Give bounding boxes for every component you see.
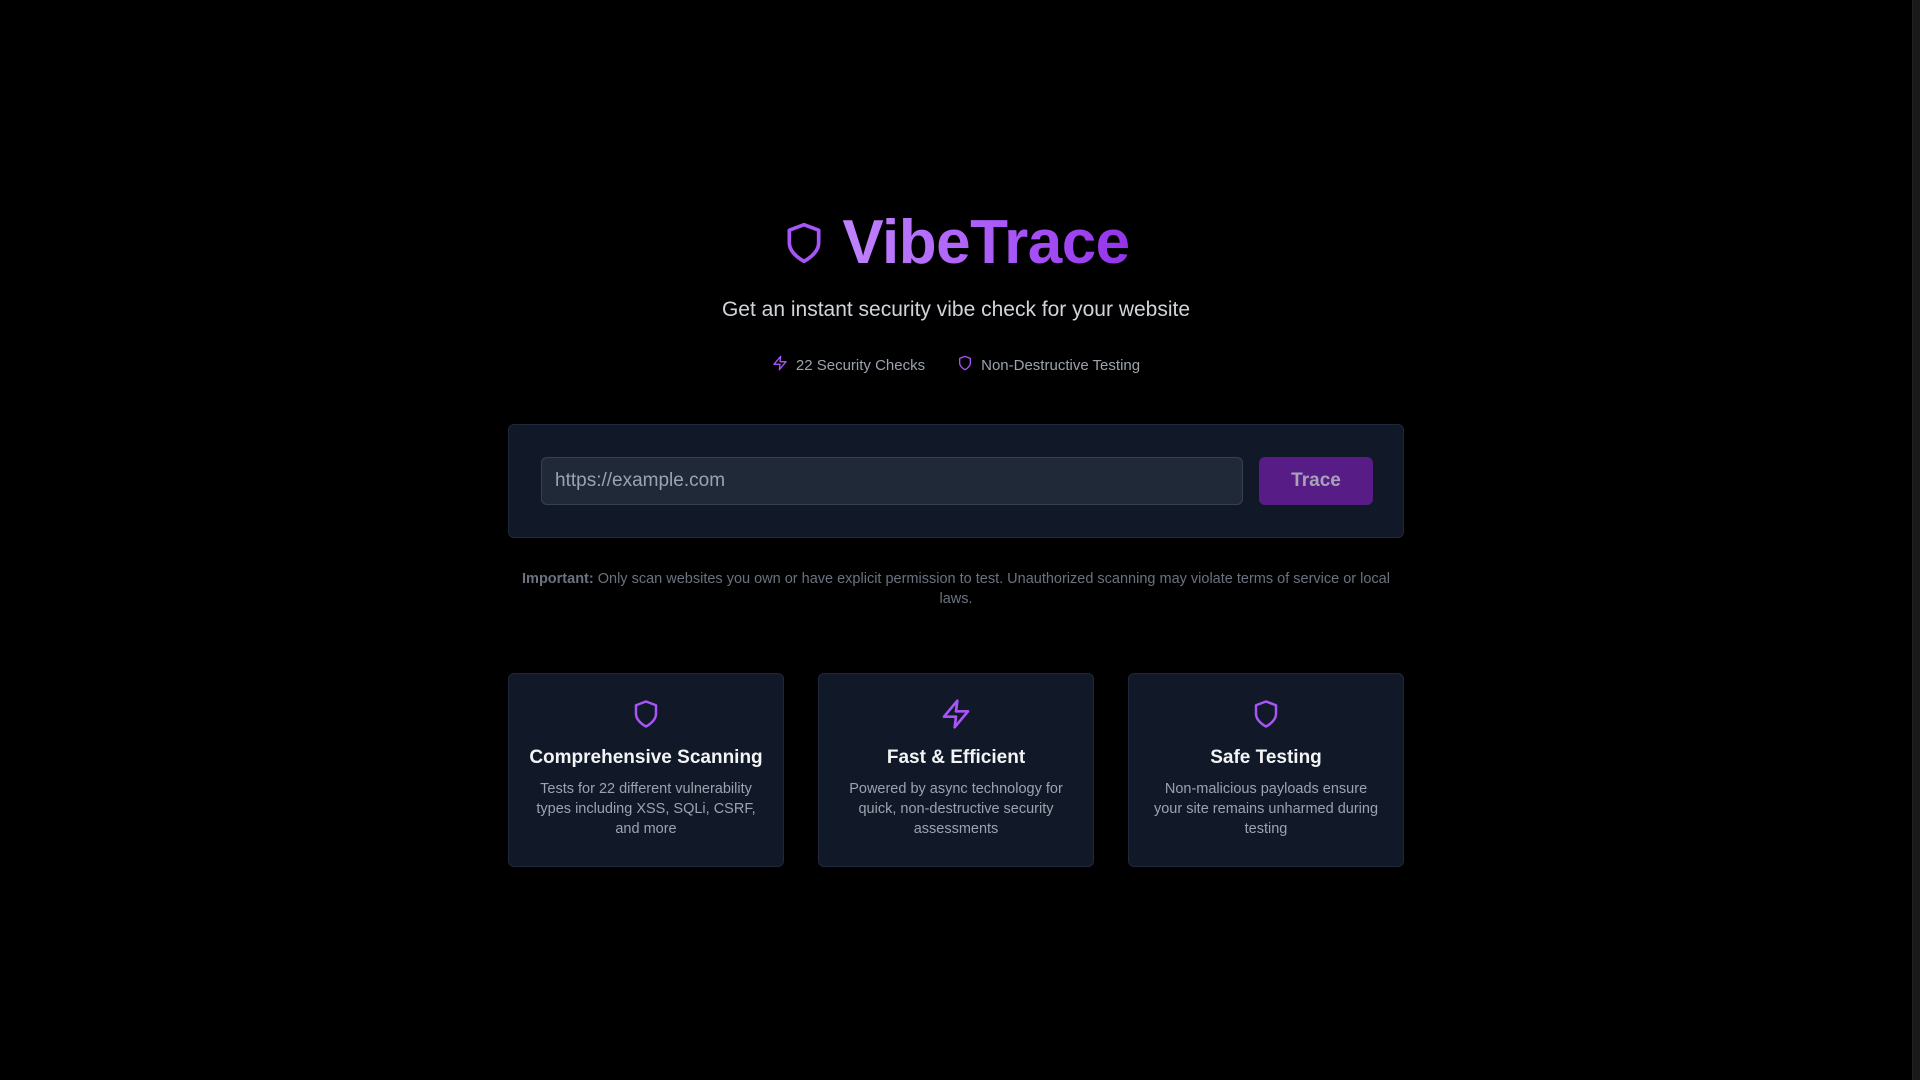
url-input[interactable]	[541, 457, 1243, 505]
notice-text: Only scan websites you own or have expli…	[593, 571, 1390, 607]
feature-description: Powered by async technology for quick, n…	[849, 781, 1063, 837]
page: VibeTrace Get an instant security vibe c…	[0, 0, 1920, 1080]
tagline: Get an instant security vibe check for y…	[721, 298, 1191, 321]
app-title: VibeTrace	[842, 208, 1130, 277]
feature-card-safe: Safe Testing Non-malicious payloads ensu…	[1128, 673, 1404, 867]
scrollbar[interactable]	[1912, 0, 1920, 1080]
feature-description: Tests for 22 different vulnerability typ…	[536, 781, 756, 837]
notice-prefix: Important:	[522, 571, 594, 587]
feature-title: Safe Testing	[1210, 747, 1322, 768]
scan-form: Trace	[508, 424, 1404, 538]
highlight-security-checks: 22 Security Checks	[772, 355, 925, 377]
feature-title: Comprehensive Scanning	[529, 747, 763, 768]
highlights-row: 22 Security Checks Non-Destructive Testi…	[508, 355, 1404, 377]
shield-icon	[631, 698, 661, 730]
brand-header: VibeTrace	[508, 210, 1404, 276]
highlight-label: Non-Destructive Testing	[981, 357, 1141, 374]
feature-card-fast: Fast & Efficient Powered by async techno…	[818, 673, 1094, 867]
shield-icon	[782, 219, 826, 267]
permission-notice: Important: Only scan websites you own or…	[508, 569, 1404, 609]
lightning-icon	[940, 698, 972, 730]
shield-icon	[957, 355, 973, 377]
feature-description: Non-malicious payloads ensure your site …	[1153, 781, 1379, 837]
shield-icon	[1251, 698, 1281, 730]
feature-cards: Comprehensive Scanning Tests for 22 diff…	[508, 673, 1404, 867]
feature-card-comprehensive: Comprehensive Scanning Tests for 22 diff…	[508, 673, 784, 867]
highlight-non-destructive: Non-Destructive Testing	[957, 355, 1140, 377]
lightning-icon	[772, 355, 788, 377]
trace-button[interactable]: Trace	[1259, 457, 1373, 505]
feature-title: Fast & Efficient	[886, 747, 1026, 768]
highlight-label: 22 Security Checks	[795, 357, 926, 374]
